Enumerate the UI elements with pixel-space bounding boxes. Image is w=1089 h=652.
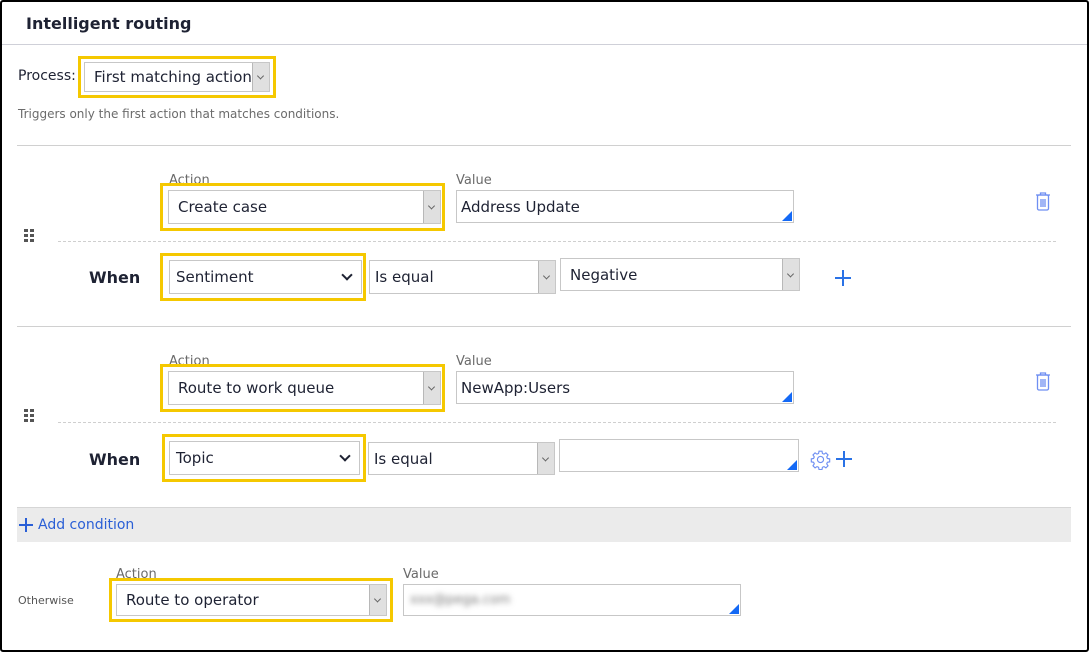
dotted-divider [58, 241, 1056, 242]
process-select[interactable]: First matching action [84, 62, 270, 92]
value-input-text: NewApp:Users [461, 378, 571, 397]
plus-icon [19, 518, 33, 532]
chevron-down-icon[interactable] [341, 269, 353, 281]
chevron-down-icon[interactable] [252, 63, 269, 91]
gear-icon[interactable] [810, 449, 831, 474]
condition-field-select[interactable]: Topic [169, 441, 360, 475]
condition-value-input[interactable] [559, 439, 799, 472]
autocomplete-corner-icon [729, 604, 739, 614]
add-condition-link[interactable]: Add condition [19, 517, 134, 533]
add-condition-label: Add condition [38, 517, 135, 533]
value-label: Value [456, 173, 492, 188]
value-label: Value [403, 567, 439, 582]
chevron-down-icon[interactable] [423, 372, 440, 404]
add-condition-bar: Add condition [17, 507, 1071, 542]
action-select-value: Create case [178, 198, 268, 216]
drag-handle-icon[interactable] [24, 229, 35, 242]
process-select-value: First matching action [94, 68, 252, 86]
otherwise-value-input[interactable]: xxx@pega.com [403, 584, 741, 616]
condition-operator-select[interactable]: Is equal [369, 260, 556, 294]
value-input-text: Address Update [461, 197, 580, 216]
chevron-down-icon[interactable] [423, 191, 440, 223]
process-hint: Triggers only the first action that matc… [18, 107, 340, 121]
autocomplete-corner-icon [782, 392, 792, 402]
when-label: When [89, 450, 141, 469]
chevron-down-icon[interactable] [339, 450, 351, 462]
chevron-down-icon[interactable] [369, 585, 386, 615]
chevron-down-icon[interactable] [538, 261, 555, 293]
condition-operator-value: Is equal [375, 268, 434, 286]
action-select-value: Route to work queue [178, 379, 335, 397]
otherwise-action-value: Route to operator [126, 591, 259, 609]
when-label: When [89, 268, 141, 287]
drag-handle-icon[interactable] [24, 409, 35, 422]
otherwise-label: Otherwise [18, 594, 74, 607]
condition-field-value: Sentiment [176, 268, 254, 286]
add-condition-plus-icon[interactable] [835, 270, 851, 286]
autocomplete-corner-icon [787, 460, 797, 470]
divider [17, 326, 1071, 327]
value-input[interactable]: NewApp:Users [456, 371, 794, 404]
chevron-down-icon[interactable] [537, 443, 554, 474]
otherwise-value-text: xxx@pega.com [410, 592, 511, 608]
value-label: Value [456, 354, 492, 369]
condition-value-text: Negative [570, 265, 638, 284]
otherwise-action-select[interactable]: Route to operator [116, 584, 387, 616]
trash-icon[interactable] [1033, 190, 1053, 216]
condition-operator-select[interactable]: Is equal [368, 442, 555, 475]
panel-title: Intelligent routing [26, 14, 192, 33]
divider [17, 145, 1071, 146]
action-select[interactable]: Create case [168, 190, 441, 224]
action-select[interactable]: Route to work queue [168, 371, 441, 405]
autocomplete-corner-icon [782, 211, 792, 221]
condition-field-value: Topic [176, 449, 214, 467]
trash-icon[interactable] [1033, 370, 1053, 396]
panel-header: Intelligent routing [2, 2, 1087, 45]
condition-operator-value: Is equal [374, 449, 433, 468]
process-label: Process: [18, 68, 76, 84]
chevron-down-icon[interactable] [782, 259, 799, 290]
dotted-divider [58, 422, 1056, 423]
add-condition-plus-icon[interactable] [836, 451, 852, 467]
value-input[interactable]: Address Update [456, 190, 794, 223]
condition-field-select[interactable]: Sentiment [169, 260, 362, 294]
condition-value-select[interactable]: Negative [560, 258, 800, 291]
